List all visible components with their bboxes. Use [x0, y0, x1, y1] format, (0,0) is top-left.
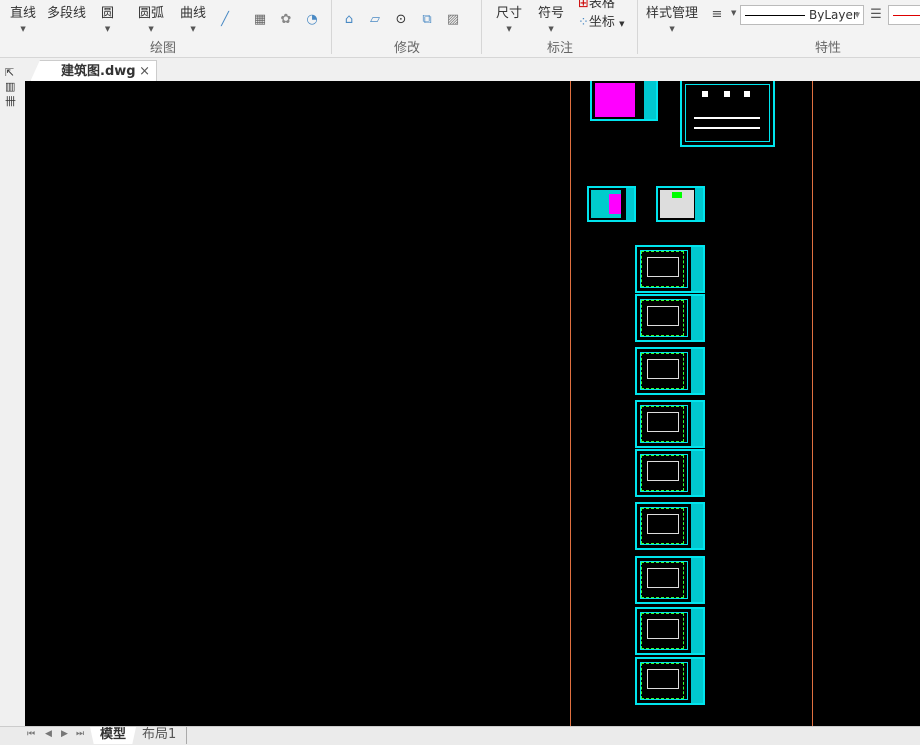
arc-button[interactable]: 圆弧 ▼: [138, 2, 164, 33]
modify-group-label: 修改: [394, 41, 421, 56]
line-label: 直线: [10, 6, 37, 21]
plan-walls: [647, 514, 679, 534]
color-combo[interactable]: [888, 5, 920, 25]
plan-walls: [647, 306, 679, 326]
lineweight-dropdown-arrow[interactable]: ▼: [731, 9, 736, 17]
wipeout-icon[interactable]: ◔: [304, 12, 320, 28]
drawing-sheet[interactable]: [635, 502, 705, 550]
linetype-icon[interactable]: ☰: [868, 7, 884, 23]
style-manager-label: 样式管理: [646, 6, 699, 21]
dimension-button[interactable]: 尺寸 ▼: [496, 2, 522, 33]
plan-walls: [647, 359, 679, 379]
title-block: [691, 247, 703, 291]
document-tab[interactable]: 建筑图.dwg ×: [30, 60, 157, 82]
border-line: [570, 81, 571, 726]
line-button[interactable]: 直线 ▼: [10, 2, 36, 33]
document-title: 建筑图.dwg: [61, 64, 136, 79]
tab-model[interactable]: 模型: [90, 727, 137, 744]
drawing-sheet[interactable]: [587, 186, 636, 222]
sheet-content: [595, 83, 635, 117]
title-block: [691, 504, 703, 548]
table-button[interactable]: ⊞表格: [578, 0, 615, 11]
plan-walls: [647, 669, 679, 689]
edit-icon[interactable]: ▨: [445, 12, 461, 28]
scale-icon[interactable]: ▱: [367, 12, 383, 28]
table-icon: ⊞: [578, 0, 589, 11]
dimension-label: 尺寸: [496, 6, 523, 21]
divider: [331, 0, 332, 54]
plan-walls: [647, 412, 679, 432]
drawing-sheet[interactable]: [635, 449, 705, 497]
plan-walls: [647, 619, 679, 639]
lineweight-icon[interactable]: ≡: [709, 7, 725, 23]
side-toolbar: ⇱ ▥ 卌: [0, 60, 25, 726]
ribbon: 直线 ▼ 多段线 圆 ▼ 圆弧 ▼ 曲线 ▼ ╱ ▦ ✿ ◔ 绘图 ⌂ ▱ ⊙ ⧉ ▨ …: [0, 0, 920, 58]
polyline-label: 多段线: [47, 6, 87, 21]
properties-group-label: 特性: [815, 41, 842, 56]
drawing-sheet[interactable]: [635, 657, 705, 705]
tab-layout1[interactable]: 布局1: [132, 727, 188, 744]
document-tab-bar: 建筑图.dwg ×: [0, 58, 920, 82]
plan-walls: [647, 461, 679, 481]
drawing-canvas[interactable]: [25, 81, 920, 726]
curve-label: 曲线: [180, 6, 207, 21]
border-line: [812, 81, 813, 726]
linetype-combo[interactable]: ByLayer ▼: [740, 5, 864, 25]
drawing-sheet[interactable]: [635, 556, 705, 604]
last-tab-icon[interactable]: ⏭: [76, 729, 84, 739]
title-block: [691, 402, 703, 446]
region-icon[interactable]: ✿: [278, 12, 294, 28]
coordinate-icon: ⁘: [578, 15, 589, 30]
first-tab-icon[interactable]: ⏮: [27, 729, 35, 739]
close-icon[interactable]: ×: [139, 61, 150, 82]
drawing-sheet[interactable]: [635, 347, 705, 395]
coordinate-label: 坐标: [588, 15, 615, 30]
layout-tab-bar: ⏮ ◀ ▶ ⏭ 模型 布局1: [0, 726, 920, 745]
line-sample: [745, 15, 805, 16]
color-sample: [893, 15, 920, 16]
array-icon[interactable]: ⧉: [419, 12, 435, 28]
annotate-group-label: 标注: [547, 41, 574, 56]
chevron-down-icon: ▼: [854, 11, 860, 19]
title-block: [691, 558, 703, 602]
rotate-icon[interactable]: ⊙: [393, 12, 409, 28]
plan-walls: [647, 568, 679, 588]
divider: [637, 0, 638, 54]
arc-label: 圆弧: [138, 6, 165, 21]
library-icon[interactable]: ▥: [5, 80, 15, 93]
draw-group-label: 绘图: [150, 41, 177, 56]
circle-button[interactable]: 圆 ▼: [101, 2, 114, 33]
divider: [481, 0, 482, 54]
style-manager-button[interactable]: 样式管理 ▼: [646, 2, 698, 33]
panel-toggle-icon[interactable]: ⇱: [5, 66, 14, 79]
drawing-sheet[interactable]: [656, 186, 705, 222]
title-block: [691, 349, 703, 393]
title-block: [691, 659, 703, 703]
title-block: [691, 296, 703, 340]
stretch-icon[interactable]: ⌂: [341, 12, 357, 28]
layer-icon[interactable]: 卌: [5, 93, 16, 109]
table-label: 表格: [588, 0, 615, 11]
plan-walls: [647, 257, 679, 277]
next-tab-icon[interactable]: ▶: [61, 729, 68, 739]
symbol-button[interactable]: 符号 ▼: [538, 2, 564, 33]
hatch-icon[interactable]: ▦: [252, 12, 268, 28]
title-block: [691, 609, 703, 653]
drawing-sheet[interactable]: [680, 81, 775, 147]
curve-button[interactable]: 曲线 ▼: [180, 2, 206, 33]
drawing-sheet[interactable]: [635, 607, 705, 655]
drawing-sheet[interactable]: [635, 294, 705, 342]
linetype-value: ByLayer: [809, 8, 858, 22]
prev-tab-icon[interactable]: ◀: [45, 729, 52, 739]
drawing-sheet[interactable]: [635, 400, 705, 448]
drawing-sheet[interactable]: [635, 245, 705, 293]
circle-label: 圆: [101, 6, 115, 21]
construction-line-icon[interactable]: ╱: [217, 12, 233, 28]
drawing-sheet[interactable]: [590, 81, 658, 121]
title-block: [691, 451, 703, 495]
symbol-label: 符号: [538, 6, 565, 21]
coordinate-button[interactable]: ⁘坐标 ▼: [578, 11, 624, 30]
polyline-button[interactable]: 多段线: [47, 2, 86, 21]
